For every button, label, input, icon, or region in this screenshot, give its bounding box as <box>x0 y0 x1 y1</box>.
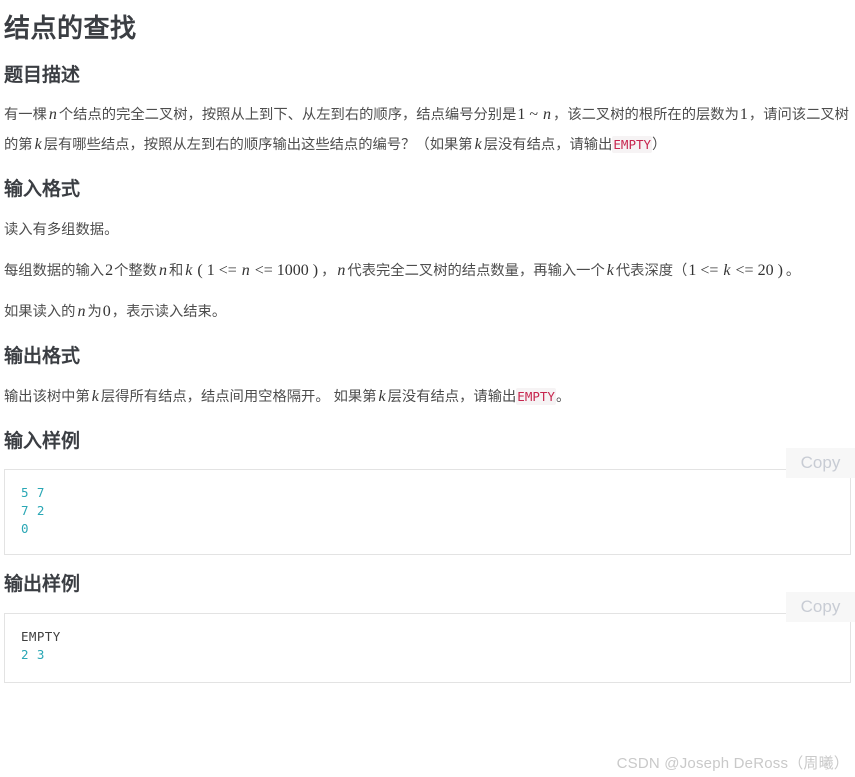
outf-text-d: 。 <box>555 388 571 405</box>
math-le-1: <= <box>218 261 237 279</box>
math-k-2: k <box>474 136 482 154</box>
page-title: 结点的查找 <box>4 13 137 43</box>
desc-text-c: ，该二叉树的根所在的层数为 <box>553 107 739 124</box>
inf3-text-c: ，表示读入结束。 <box>111 303 227 320</box>
inf3-text-a: 如果读入的 <box>4 303 76 320</box>
math-one-3: 1 <box>688 261 697 279</box>
inline-code-empty-2: EMPTY <box>516 387 556 405</box>
inf-text-b: 个整数 <box>114 262 157 279</box>
input-format-paragraph-1: 读入有多组数据。 <box>4 221 119 238</box>
math-k-6: k <box>91 387 99 405</box>
math-n-1: n <box>48 106 57 124</box>
math-rparen-2: ) <box>777 261 783 279</box>
math-n-5: n <box>337 261 346 279</box>
section-heading-input-format: 输入格式 <box>4 179 81 201</box>
math-le-3: <= <box>700 261 719 279</box>
math-lparen-1: ( <box>197 261 203 279</box>
inf-text-c: 和 <box>168 262 184 279</box>
math-one-2: 1 <box>206 261 215 279</box>
copy-button-output-sample[interactable]: Copy <box>786 591 855 622</box>
math-k-3: k <box>185 261 193 279</box>
code-line: 2 3 <box>21 646 45 662</box>
section-heading-output-format: 输出格式 <box>4 345 81 367</box>
math-1000: 1000 <box>276 261 309 279</box>
outf-text-c: 层没有结点，请输出 <box>387 388 517 405</box>
math-n-3: n <box>158 261 167 279</box>
code-line: EMPTY <box>21 628 61 644</box>
output-sample-block: Copy EMPTY 2 3 <box>4 591 855 683</box>
input-sample-block: Copy 5 7 7 2 0 <box>4 448 855 556</box>
section-heading-output-sample: 输出样例 <box>4 574 81 596</box>
code-line: 5 7 <box>21 485 45 501</box>
math-tilde: ~ <box>529 106 539 124</box>
inf-comma: ， <box>321 262 336 279</box>
description-paragraph: 有一棵 n 个结点的完全二叉树，按照从上到下、从左到右的顺序，结点编号分别是1 ~ n，… <box>0 89 855 160</box>
math-le-4: <= <box>735 261 754 279</box>
section-heading-description: 题目描述 <box>4 64 81 86</box>
code-line: 0 <box>21 521 29 537</box>
desc-text-f: 层没有结点，请输出 <box>483 137 613 154</box>
copy-button-input-sample[interactable]: Copy <box>786 448 855 479</box>
math-rparen-1: ) <box>312 261 319 279</box>
math-k-1: k <box>34 136 42 154</box>
input-sample-codebox: 5 7 7 2 0 <box>4 469 851 556</box>
math-20: 20 <box>757 261 774 279</box>
math-one: 1 <box>739 106 748 124</box>
inf-text-e: 代表深度（ <box>615 262 688 279</box>
desc-text-a: 有一棵 <box>4 107 47 124</box>
code-line: 7 2 <box>21 503 45 519</box>
desc-text-e: 层有哪些结点，按照从左到右的顺序输出这些结点的编号？（如果第 <box>43 137 473 154</box>
desc-text-g: ） <box>652 137 667 154</box>
output-format-paragraph: 输出该树中第 k 层得所有结点，结点间用空格隔开。 如果第 k 层没有结点，请输出EMP… <box>0 371 855 412</box>
inf-text-a: 每组数据的输入 <box>4 262 105 279</box>
math-two: 2 <box>105 261 114 279</box>
inf-text-d: 代表完全二叉树的结点数量，再输入一个 <box>347 262 605 279</box>
input-format-paragraph-2: 每组数据的输入2个整数 n 和 k(1 <= n <= 1000)， n 代表完全二叉树的结点数量… <box>0 245 855 286</box>
math-le-2: <= <box>254 261 273 279</box>
math-zero: 0 <box>102 302 111 320</box>
math-k-5: k <box>723 261 731 279</box>
output-sample-codebox: EMPTY 2 3 <box>4 612 851 683</box>
math-1: 1 <box>517 106 526 124</box>
section-heading-input-sample: 输入样例 <box>4 430 81 452</box>
outf-text-b: 层得所有结点，结点间用空格隔开。 如果第 <box>100 388 377 405</box>
inline-code-empty-1: EMPTY <box>612 136 653 154</box>
math-n-2: n <box>543 106 552 124</box>
input-format-paragraph-3: 如果读入的 n 为0，表示读入结束。 <box>0 286 855 327</box>
desc-text-b: 个结点的完全二叉树，按照从上到下、从左到右的顺序，结点编号分别是 <box>58 107 517 124</box>
csdn-watermark: CSDN @Joseph DeRoss（周曦） <box>616 755 849 772</box>
math-k-7: k <box>378 387 386 405</box>
math-k-4: k <box>606 261 614 279</box>
math-n-4: n <box>241 261 250 279</box>
inf-text-f: 。 <box>785 262 801 279</box>
outf-text-a: 输出该树中第 <box>4 388 90 405</box>
problem-page: 结点的查找 题目描述 有一棵 n 个结点的完全二叉树，按照从上到下、从左到右的顺序，… <box>0 0 855 777</box>
math-n-6: n <box>77 302 86 320</box>
inf3-text-b: 为 <box>87 303 102 320</box>
